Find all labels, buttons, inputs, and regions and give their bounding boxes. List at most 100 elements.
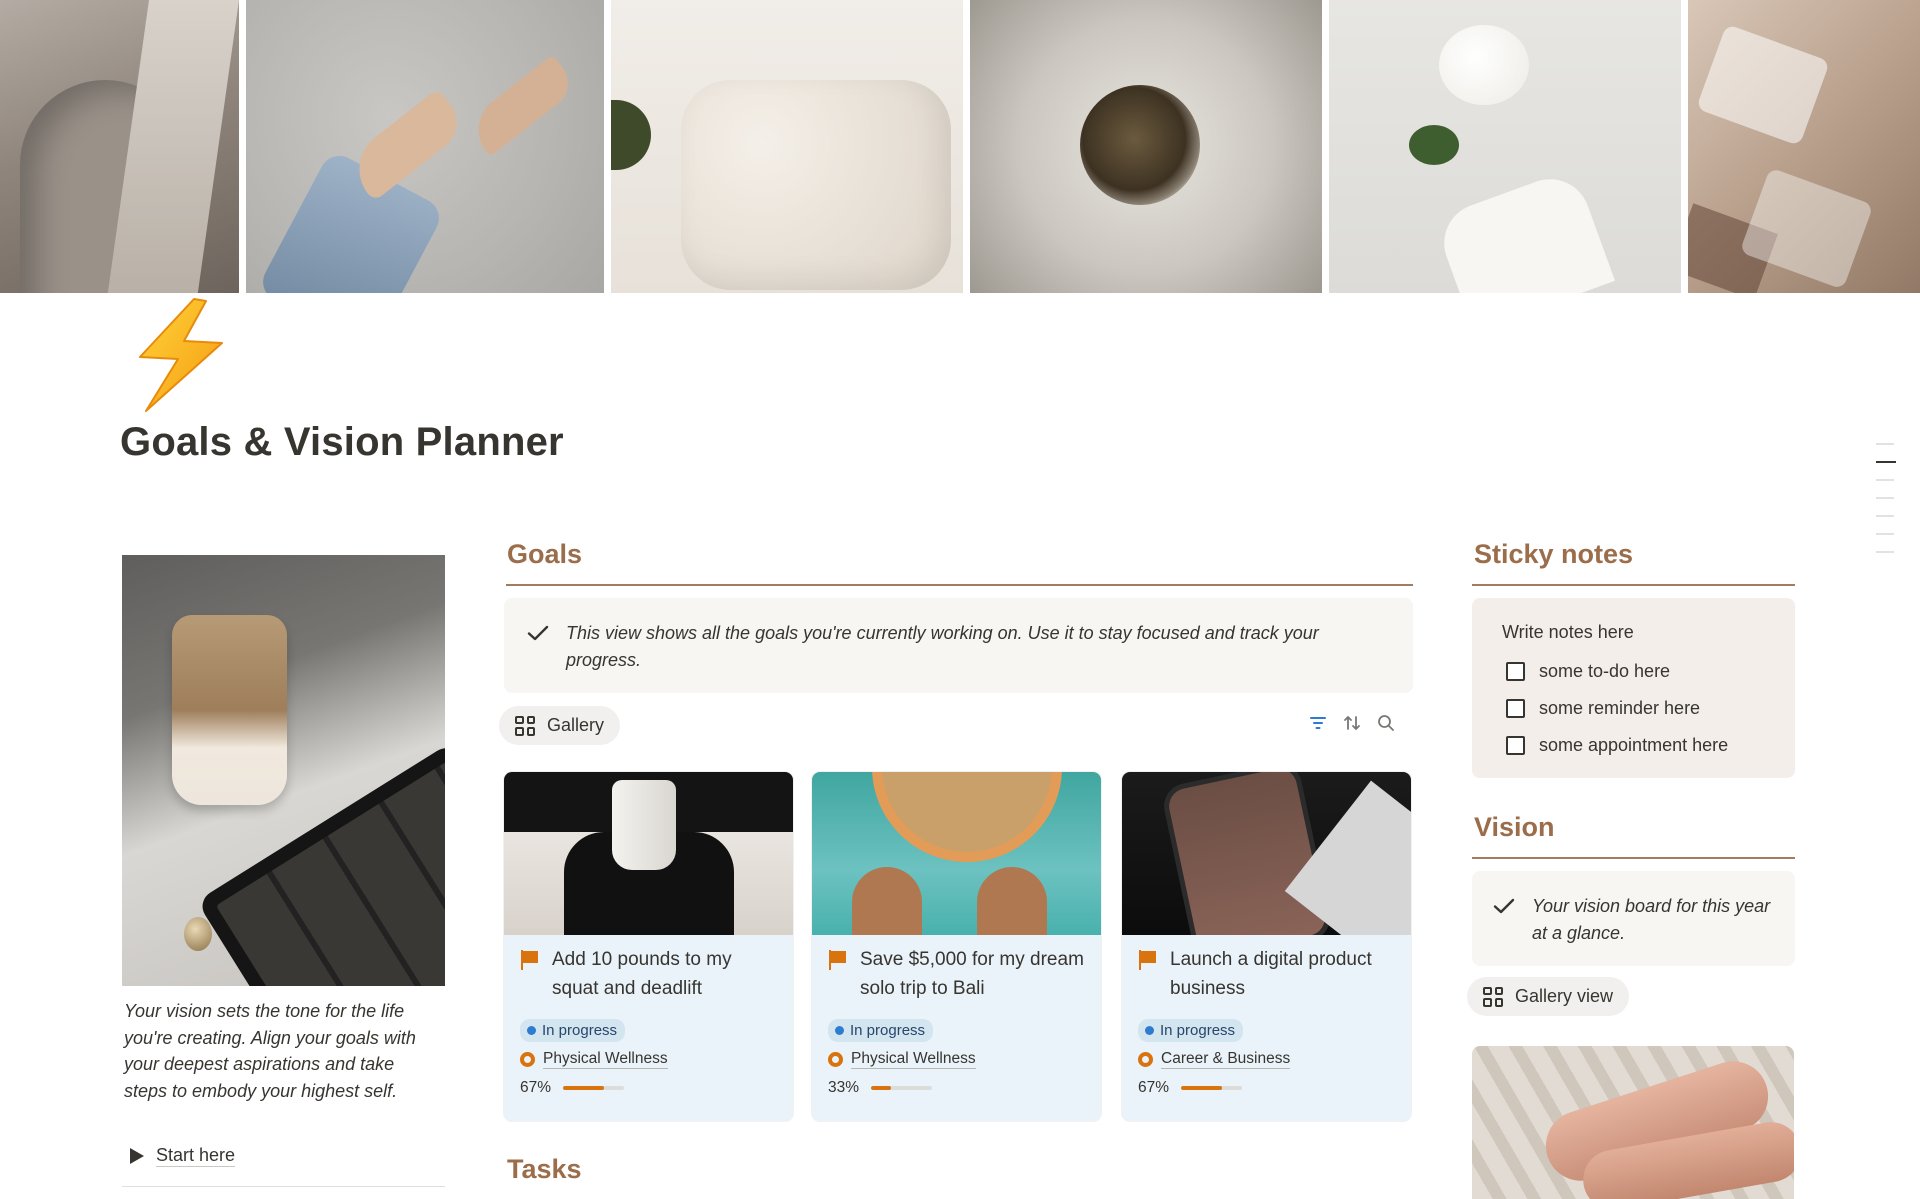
checkmark-icon — [527, 625, 549, 641]
progress-fill — [871, 1086, 892, 1090]
goal-card[interactable]: Save $5,000 for my dream solo trip to Ba… — [812, 772, 1101, 1121]
area-text[interactable]: Physical Wellness — [543, 1050, 668, 1069]
progress-bar — [563, 1086, 625, 1090]
cover-photo-sofa — [611, 0, 963, 293]
view-label: Gallery view — [1515, 986, 1614, 1006]
status-badge: In progress — [520, 1019, 626, 1042]
status-text: In progress — [850, 1022, 926, 1039]
checkbox[interactable] — [1506, 736, 1525, 755]
goal-card-cover — [1122, 772, 1411, 935]
progress-fill — [563, 1086, 604, 1090]
todo-text[interactable]: some appointment here — [1539, 735, 1728, 756]
progress-label: 33% — [828, 1079, 860, 1096]
area-relation[interactable]: Physical Wellness — [828, 1050, 1085, 1069]
checkbox[interactable] — [1506, 662, 1525, 681]
progress-bar — [1181, 1086, 1243, 1090]
sticky-notes-title[interactable]: Write notes here — [1502, 622, 1795, 643]
progress: 67% — [520, 1079, 777, 1097]
area-ring-icon — [520, 1052, 535, 1067]
flag-icon — [828, 950, 848, 970]
progress: 33% — [828, 1079, 1085, 1097]
gallery-grid-icon — [515, 715, 535, 736]
cover-image — [0, 0, 1920, 293]
outline-line[interactable] — [1876, 443, 1894, 445]
cover-photo-shoes — [246, 0, 604, 293]
todo-item[interactable]: some to-do here — [1502, 653, 1795, 690]
vision-gallery-view-tab[interactable]: Gallery view — [1467, 977, 1630, 1016]
lightning-bolt-icon[interactable] — [134, 295, 230, 415]
toggle-label[interactable]: Start here — [156, 1145, 236, 1167]
area-relation[interactable]: Career & Business — [1138, 1050, 1395, 1069]
flag-icon — [1138, 950, 1158, 970]
sticky-notes-heading: Sticky notes — [1474, 539, 1634, 569]
goal-title: Add 10 pounds to my squat and deadlift — [552, 949, 732, 999]
status-badge: In progress — [828, 1019, 934, 1042]
progress: 67% — [1138, 1079, 1395, 1097]
divider — [122, 1186, 445, 1187]
toggle-arrow-icon[interactable] — [130, 1148, 144, 1164]
goal-card[interactable]: Add 10 pounds to my squat and deadlift I… — [504, 772, 793, 1121]
outline-line-active[interactable] — [1876, 461, 1896, 463]
vision-callout-text: Your vision board for this year at a gla… — [1532, 896, 1771, 943]
tasks-heading: Tasks — [507, 1154, 582, 1184]
status-dot-icon — [527, 1026, 536, 1035]
todo-item[interactable]: some appointment here — [1502, 727, 1795, 764]
status-text: In progress — [1160, 1022, 1236, 1039]
area-relation[interactable]: Physical Wellness — [520, 1050, 777, 1069]
sticky-notes-divider — [1472, 584, 1795, 586]
goal-title: Launch a digital product business — [1170, 949, 1372, 999]
progress-label: 67% — [520, 1079, 552, 1096]
todo-text[interactable]: some to-do here — [1539, 661, 1670, 682]
table-of-contents-outline[interactable] — [1876, 443, 1896, 569]
outline-line[interactable] — [1876, 515, 1894, 517]
vision-board-card-image[interactable] — [1472, 1046, 1794, 1199]
start-here-toggle[interactable]: Start here — [130, 1145, 236, 1167]
todo-item[interactable]: some reminder here — [1502, 690, 1795, 727]
progress-label: 67% — [1138, 1079, 1170, 1096]
outline-line[interactable] — [1876, 533, 1894, 535]
goals-callout-text: This view shows all the goals you're cur… — [566, 623, 1319, 670]
goals-gallery-view-tab[interactable]: Gallery — [499, 706, 621, 745]
goal-title: Save $5,000 for my dream solo trip to Ba… — [860, 949, 1084, 999]
filter-icon[interactable] — [1309, 714, 1327, 732]
status-dot-icon — [1145, 1026, 1154, 1035]
checkbox[interactable] — [1506, 699, 1525, 718]
checkmark-icon — [1493, 898, 1515, 914]
goal-card-cover — [504, 772, 793, 935]
goal-card-cover — [812, 772, 1101, 935]
area-text[interactable]: Physical Wellness — [851, 1050, 976, 1069]
search-icon[interactable] — [1377, 714, 1395, 732]
flag-icon — [520, 950, 540, 970]
progress-bar — [871, 1086, 933, 1090]
status-text: In progress — [542, 1022, 618, 1039]
view-label: Gallery — [547, 715, 605, 735]
cover-photo-ice — [1688, 0, 1920, 293]
status-badge: In progress — [1138, 1019, 1244, 1042]
area-text[interactable]: Career & Business — [1161, 1050, 1291, 1069]
outline-line[interactable] — [1876, 479, 1894, 481]
vision-heading: Vision — [1474, 812, 1555, 842]
sticky-notes-callout: Write notes here some to-do here some re… — [1472, 598, 1795, 778]
intro-photo-glass — [172, 615, 287, 805]
cover-photo-flower — [1329, 0, 1681, 293]
cover-photo-coffee — [970, 0, 1322, 293]
page-title: Goals & Vision Planner — [120, 420, 564, 464]
status-dot-icon — [835, 1026, 844, 1035]
intro-text: Your vision sets the tone for the life y… — [124, 1001, 416, 1101]
intro-photo — [122, 555, 445, 986]
outline-line[interactable] — [1876, 497, 1894, 499]
vision-callout: Your vision board for this year at a gla… — [1472, 871, 1795, 966]
goal-card[interactable]: Launch a digital product business In pro… — [1122, 772, 1411, 1121]
goals-divider — [506, 584, 1413, 586]
database-toolbar — [1309, 714, 1395, 732]
goals-callout: This view shows all the goals you're cur… — [504, 598, 1413, 693]
intro-photo-shell — [184, 917, 212, 951]
sort-icon[interactable] — [1343, 714, 1361, 732]
cover-photo-arch — [0, 0, 239, 293]
area-ring-icon — [828, 1052, 843, 1067]
area-ring-icon — [1138, 1052, 1153, 1067]
outline-line[interactable] — [1876, 551, 1894, 553]
vision-divider — [1472, 857, 1795, 859]
progress-fill — [1181, 1086, 1222, 1090]
todo-text[interactable]: some reminder here — [1539, 698, 1700, 719]
